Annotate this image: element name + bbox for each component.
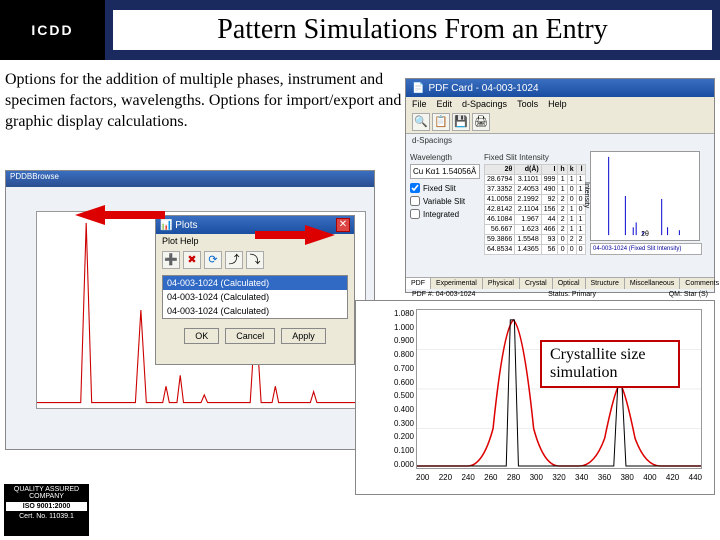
tab-crystal[interactable]: Crystal (520, 278, 553, 289)
remove-icon[interactable]: ✖ (183, 251, 201, 269)
refresh-icon[interactable]: ⟳ (204, 251, 222, 269)
close-icon[interactable]: ✕ (336, 218, 350, 232)
tab-misc[interactable]: Miscellaneous (625, 278, 680, 289)
pdfcard-titlebar: 📄 PDF Card - 04-003-1024 (406, 79, 714, 97)
crystallite-plot-window: 1.0801.0000.9000.8000.7000.6000.5000.400… (355, 300, 715, 495)
window-titlebar: PDDBBrowse (6, 171, 374, 187)
export-icon[interactable]: ⤴ (225, 251, 243, 269)
tab-pdf[interactable]: PDF (406, 278, 431, 289)
toolbar-icon[interactable]: 📋 (432, 113, 450, 131)
list-item[interactable]: 04-003-1024 (Calculated) (163, 304, 347, 318)
variable-slit-checkbox[interactable]: Variable Slit (410, 196, 480, 206)
dialog-toolbar: ➕ ✖ ⟳ ⤴ ⤵ (156, 248, 354, 272)
pdfcard-menubar[interactable]: File Edit d-Spacings Tools Help (406, 97, 714, 111)
dspacing-table: 2θd(Å)Ihkl 28.67943.110199911137.33522.4… (484, 164, 586, 255)
apply-button[interactable]: Apply (281, 328, 326, 344)
section-label: d-Spacings (406, 136, 714, 145)
crys-yticks: 1.0801.0000.9000.8000.7000.6000.5000.400… (376, 309, 414, 469)
toolbar-icon[interactable]: 🔍 (412, 113, 430, 131)
intensity-label: Fixed Slit Intensity (484, 153, 586, 162)
list-item[interactable]: 04-003-1024 (Calculated) (163, 290, 347, 304)
slide-title: Pattern Simulations From an Entry (113, 10, 712, 50)
pdfcard-right-panel: Intensity 2θ 04-003-1024 (Fixed Slit Int… (586, 147, 706, 277)
import-icon[interactable]: ⤵ (246, 251, 264, 269)
menu-edit[interactable]: Edit (437, 99, 453, 109)
tab-comments[interactable]: Comments (680, 278, 720, 289)
list-item[interactable]: 04-003-1024 (Calculated) (163, 276, 347, 290)
pdfcard-tabs[interactable]: PDF Experimental Physical Crystal Optica… (406, 277, 714, 289)
iso-badge: QUALITY ASSURED COMPANY ISO 9001:2000 Ce… (4, 484, 89, 536)
menu-tools[interactable]: Tools (517, 99, 538, 109)
tab-experimental[interactable]: Experimental (431, 278, 483, 289)
pdfcard-toolbar: 🔍 📋 💾 🖨 (406, 111, 714, 134)
ok-button[interactable]: OK (184, 328, 219, 344)
mini-stick-plot: 2θ (590, 151, 700, 241)
crystallite-callout: Crystallite size simulation (540, 340, 680, 388)
add-icon[interactable]: ➕ (162, 251, 180, 269)
plots-list[interactable]: 04-003-1024 (Calculated) 04-003-1024 (Ca… (162, 275, 348, 319)
toolbar-icon[interactable]: 💾 (452, 113, 470, 131)
tab-optical[interactable]: Optical (553, 278, 586, 289)
mini-legend: 04-003-1024 (Fixed Slit Intensity) (590, 243, 702, 255)
pdfcard-window: 📄 PDF Card - 04-003-1024 File Edit d-Spa… (405, 78, 715, 293)
menu-help[interactable]: Help (548, 99, 567, 109)
menu-dspacings[interactable]: d-Spacings (462, 99, 507, 109)
pdfcard-status: PDF #: 04-003-1024Status: PrimaryQM: Sta… (406, 289, 714, 300)
tab-physical[interactable]: Physical (483, 278, 520, 289)
crys-xticks: 200220240260280300320340360380400420440 (416, 473, 702, 482)
fixed-slit-checkbox[interactable]: Fixed Slit (410, 183, 480, 193)
arrow-left-icon (75, 205, 105, 225)
dialog-title: Plots (175, 220, 197, 231)
slide-header: ICDD Pattern Simulations From an Entry (0, 0, 720, 60)
cancel-button[interactable]: Cancel (225, 328, 275, 344)
pdfcard-left-panel: Wavelength Cu Kα1 1.54056Å Fixed Slit Va… (406, 147, 586, 277)
crystallite-plot (416, 309, 702, 469)
icdd-logo: ICDD (0, 0, 105, 60)
description-text: Options for the addition of multiple pha… (5, 70, 405, 132)
tab-structure[interactable]: Structure (586, 278, 625, 289)
toolbar-icon[interactable]: 🖨 (472, 113, 490, 131)
mini-xlabel: 2θ (641, 231, 649, 238)
mini-ylabel: Intensity (583, 182, 590, 208)
menu-file[interactable]: File (412, 99, 427, 109)
wavelength-value: Cu Kα1 1.54056Å (410, 164, 480, 179)
arrow-right-icon (305, 225, 335, 245)
integrated-checkbox[interactable]: Integrated (410, 209, 480, 219)
wavelength-label: Wavelength (410, 153, 480, 162)
